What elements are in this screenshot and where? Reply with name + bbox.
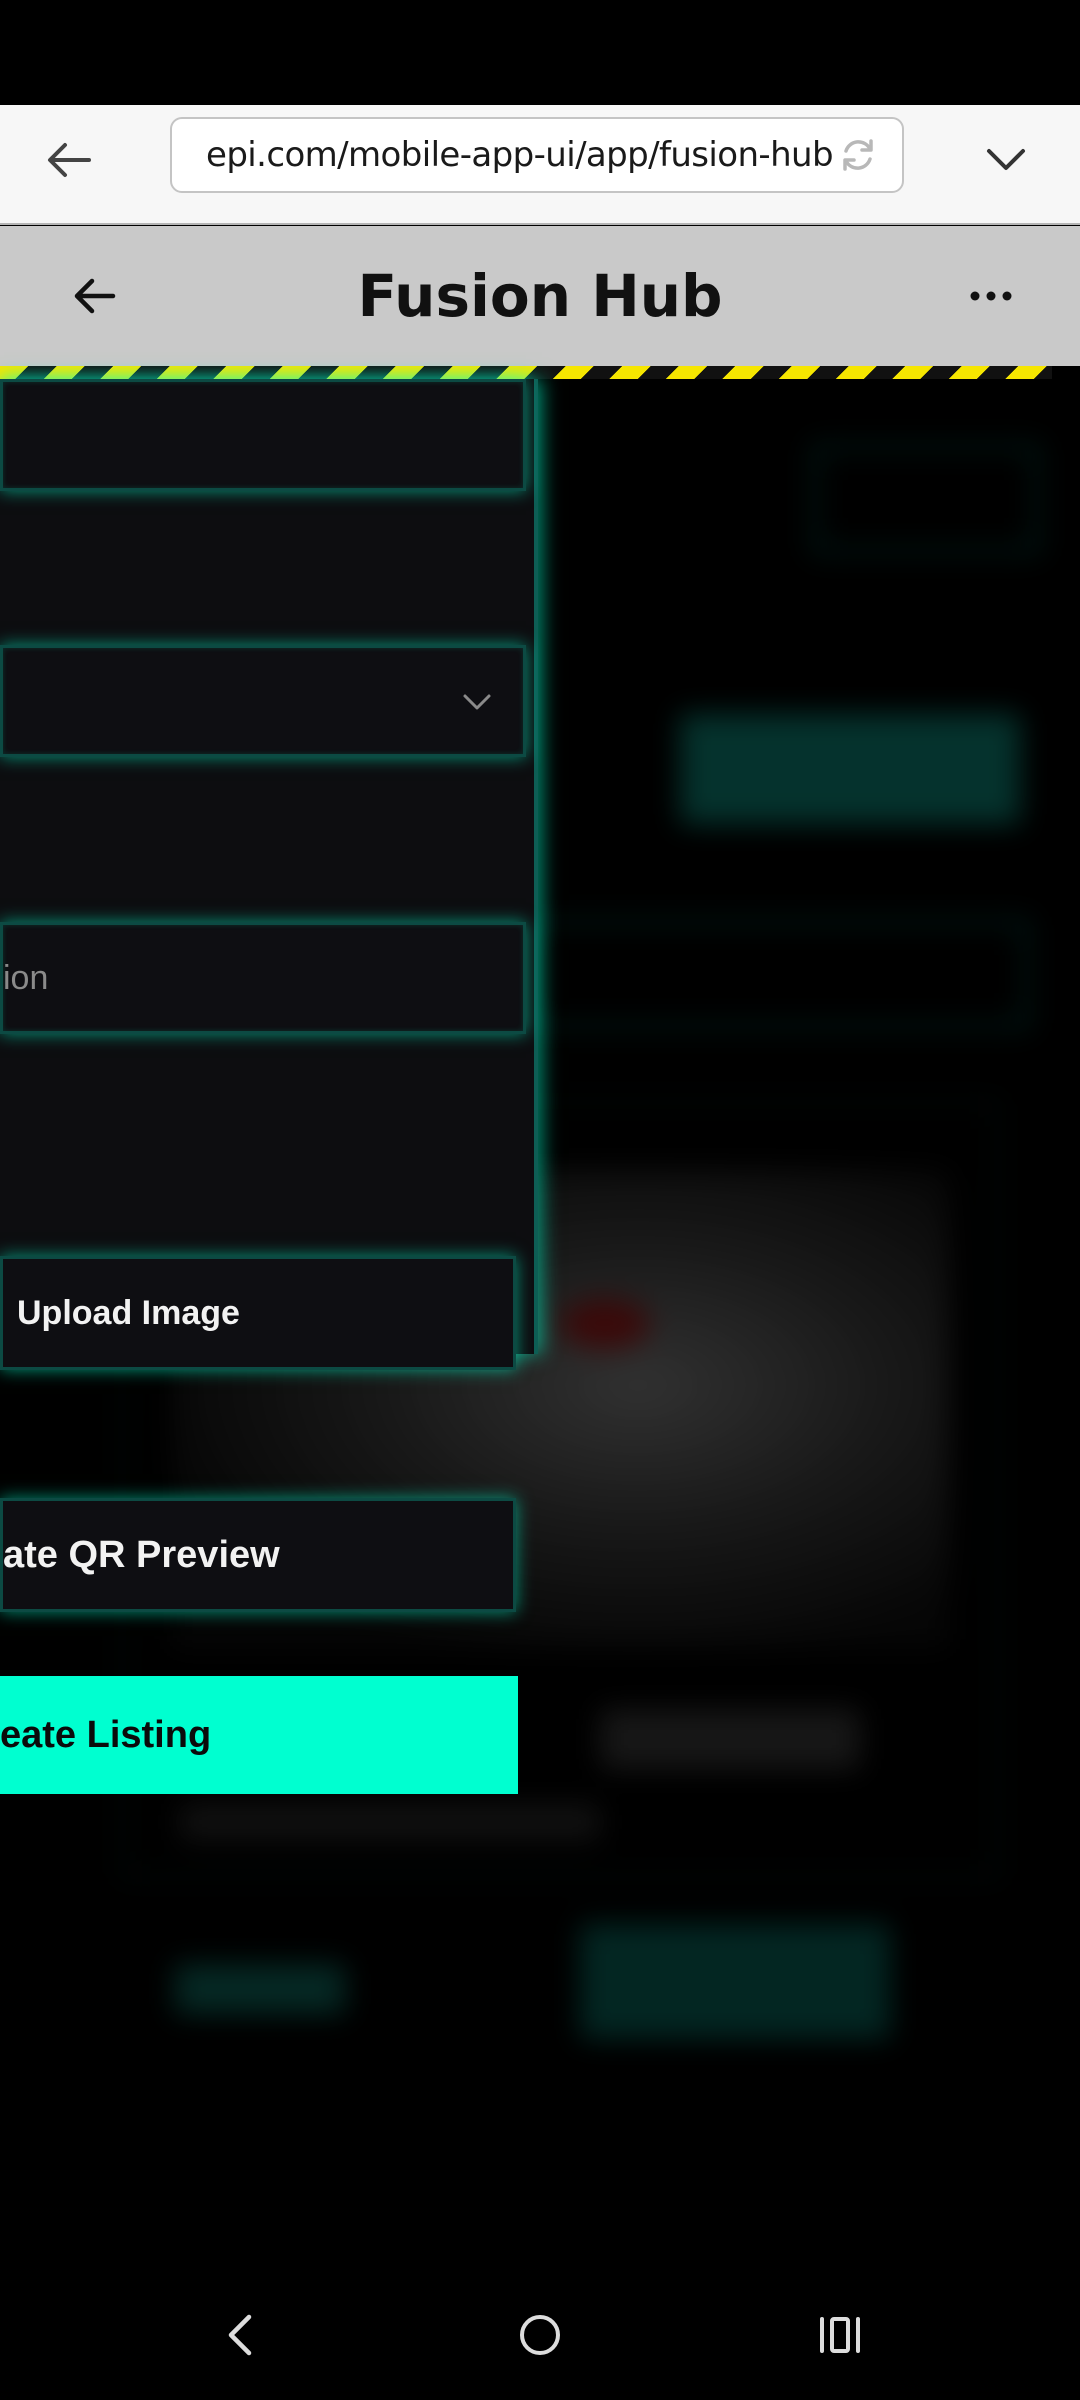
background-logout-button bbox=[812, 444, 1040, 554]
nav-recent-apps-icon bbox=[820, 2317, 860, 2353]
description-input[interactable]: ion bbox=[0, 922, 526, 1034]
create-listing-button[interactable]: eate Listing bbox=[0, 1676, 518, 1794]
browser-menu-button[interactable] bbox=[976, 127, 1036, 193]
nav-home-button[interactable] bbox=[495, 2290, 585, 2380]
arrow-left-icon bbox=[74, 278, 116, 314]
category-select[interactable] bbox=[0, 645, 526, 757]
background-buy-button bbox=[580, 1924, 890, 2039]
address-bar[interactable]: epi.com/mobile-app-ui/app/fusion-hub bbox=[170, 117, 904, 193]
arrow-left-icon bbox=[48, 143, 91, 177]
more-horizontal-icon bbox=[970, 291, 1012, 301]
nav-home-icon bbox=[520, 2315, 560, 2355]
upload-image-button[interactable]: Upload Image bbox=[0, 1256, 516, 1370]
nav-recent-apps-button[interactable] bbox=[795, 2290, 885, 2380]
title-input[interactable] bbox=[0, 379, 526, 491]
more-options-button[interactable] bbox=[956, 268, 1026, 324]
chevron-down-icon bbox=[463, 694, 491, 710]
header-back-button[interactable] bbox=[60, 261, 130, 331]
status-bar bbox=[0, 0, 1080, 105]
reload-icon[interactable] bbox=[838, 135, 878, 175]
nav-back-icon bbox=[228, 2314, 252, 2356]
page-title: Fusion Hub bbox=[357, 262, 723, 330]
browser-toolbar: epi.com/mobile-app-ui/app/fusion-hub bbox=[0, 105, 1080, 225]
nav-back-button[interactable] bbox=[195, 2290, 285, 2380]
browser-back-button[interactable] bbox=[36, 127, 102, 193]
background-image-detail bbox=[560, 1299, 650, 1349]
url-text: epi.com/mobile-app-ui/app/fusion-hub bbox=[206, 135, 834, 175]
background-listing-title bbox=[600, 1709, 860, 1769]
system-navigation-bar bbox=[0, 2270, 1080, 2400]
background-listing-price bbox=[175, 1964, 345, 2014]
background-listing-subtitle bbox=[180, 1804, 600, 1840]
create-listing-panel: ion bbox=[0, 379, 538, 1354]
generate-qr-preview-button[interactable]: ate QR Preview bbox=[0, 1498, 516, 1612]
chevron-down-icon bbox=[987, 149, 1025, 170]
description-placeholder: ion bbox=[3, 959, 49, 997]
background-create-button bbox=[680, 714, 1020, 824]
app-header: Fusion Hub bbox=[0, 226, 1080, 366]
hazard-stripe-divider bbox=[0, 366, 1052, 379]
background-search-field bbox=[520, 919, 1030, 1029]
